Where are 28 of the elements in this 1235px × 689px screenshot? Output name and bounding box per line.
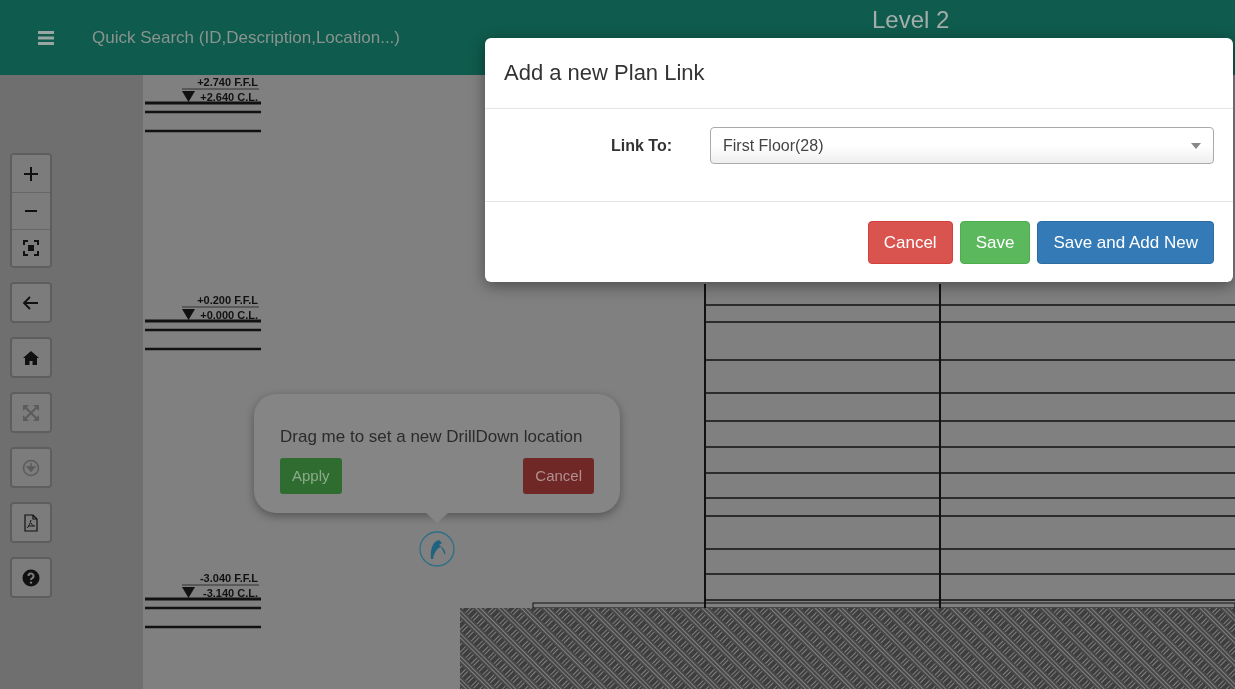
elevation-label: -3.040 F.F.L bbox=[199, 572, 258, 584]
apply-button[interactable]: Apply bbox=[280, 457, 342, 494]
dialog-title: Add a new Plan Link bbox=[485, 38, 1233, 109]
cancel-button[interactable]: Cancel bbox=[523, 457, 594, 494]
elevation-label: +2.640 C.L. bbox=[200, 91, 258, 103]
save-and-add-button[interactable]: Save and Add New bbox=[1037, 221, 1214, 264]
save-button[interactable]: Save bbox=[959, 221, 1031, 264]
elevation-label: +0.200 F.F.L bbox=[197, 294, 258, 306]
caret-icon bbox=[1191, 142, 1201, 149]
expand-icon bbox=[22, 403, 40, 422]
pdf-file-icon bbox=[22, 513, 40, 532]
page-title: Level 2 bbox=[872, 6, 950, 34]
field-label: Link To: bbox=[609, 135, 672, 156]
link-select[interactable]: First Floor(28) bbox=[710, 127, 1214, 164]
zoom-in-icon bbox=[22, 164, 40, 183]
popover-message: Drag me to set a new DrillDown location bbox=[280, 426, 584, 448]
focus-button[interactable] bbox=[12, 229, 50, 266]
location-pin-icon[interactable] bbox=[419, 531, 455, 567]
download-icon bbox=[22, 458, 40, 477]
menu-button[interactable] bbox=[36, 28, 56, 47]
elevation-label: +0.000 C.L. bbox=[200, 309, 258, 321]
elevation-label: +2.740 F.F.L bbox=[197, 76, 258, 88]
home-icon bbox=[22, 348, 40, 367]
help-icon bbox=[22, 568, 40, 587]
arrow-left-icon bbox=[22, 293, 40, 312]
focus-icon bbox=[22, 239, 40, 257]
elevation-label: -3.140 C.L. bbox=[202, 587, 258, 599]
cancel-button[interactable]: Cancel bbox=[867, 221, 953, 264]
